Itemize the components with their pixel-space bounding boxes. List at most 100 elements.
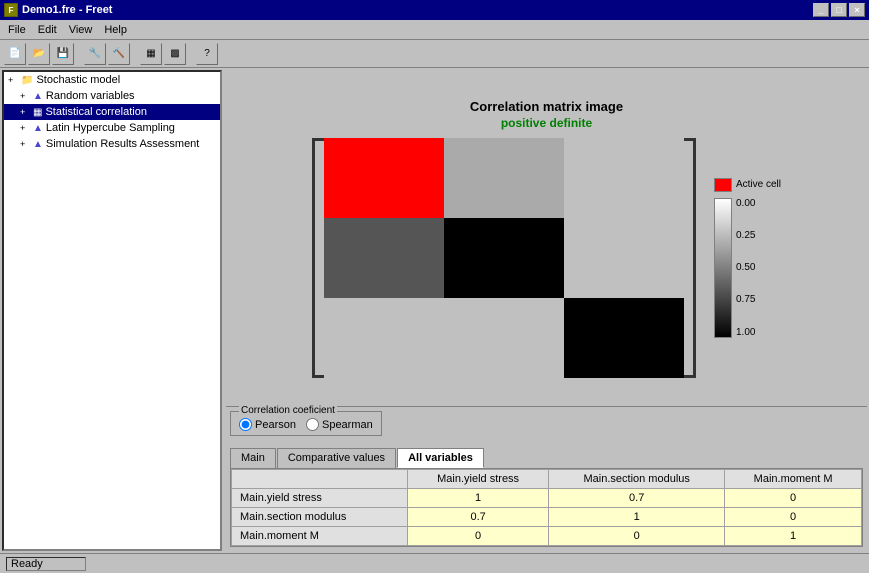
cell-0-1-val[interactable]: 0.7 (549, 489, 725, 508)
tab-all-variables[interactable]: All variables (397, 448, 484, 468)
menu-help[interactable]: Help (98, 22, 133, 38)
minimize-button[interactable]: _ (813, 3, 829, 17)
spearman-option[interactable]: Spearman (306, 418, 373, 431)
tab-main[interactable]: Main (230, 448, 276, 468)
cell-2-0-val[interactable]: 0 (408, 527, 549, 546)
legend-label-0: 0.00 (736, 198, 755, 209)
legend-labels: 0.00 0.25 0.50 0.75 1.00 (736, 198, 755, 338)
table-wrapper: Main.yield stress Main.section modulus M… (230, 468, 863, 547)
cell-0-2[interactable] (564, 138, 684, 218)
col-header-yield: Main.yield stress (408, 470, 549, 489)
cell-1-2[interactable] (564, 218, 684, 298)
status-text: Ready (11, 558, 43, 570)
matrix-subtitle: positive definite (501, 116, 592, 130)
cell-2-1[interactable] (444, 298, 564, 378)
cell-1-0[interactable] (324, 218, 444, 298)
cell-0-2-val[interactable]: 0 (725, 489, 862, 508)
cell-2-1-val[interactable]: 0 (549, 527, 725, 546)
bracket-right (684, 138, 696, 378)
title-bar: F Demo1.fre - Freet _ □ × (0, 0, 869, 20)
tree-item-random-variables[interactable]: + ▲ Random variables (4, 88, 220, 104)
legend-area: Active cell 0.00 0.25 0.50 0.75 1.00 (706, 178, 781, 338)
spearman-radio[interactable] (306, 418, 319, 431)
triangle-icon: ▲ (33, 91, 43, 102)
tree-label-stat: Statistical correlation (45, 106, 147, 118)
title-bar-left: F Demo1.fre - Freet (4, 3, 112, 17)
legend-label-3: 0.75 (736, 294, 755, 305)
data-table: Main.yield stress Main.section modulus M… (231, 469, 862, 546)
cell-0-0[interactable] (324, 138, 444, 218)
col-header-empty (232, 470, 408, 489)
tree-item-simulation-results[interactable]: + ▲ Simulation Results Assessment (4, 136, 220, 152)
table-header-row: Main.yield stress Main.section modulus M… (232, 470, 862, 489)
main-layout: + 📁 Stochastic model + ▲ Random variable… (0, 68, 869, 553)
cell-2-0[interactable] (324, 298, 444, 378)
cell-2-2[interactable] (564, 298, 684, 378)
pearson-radio[interactable] (239, 418, 252, 431)
tree-item-latin-hypercube[interactable]: + ▲ Latin Hypercube Sampling (4, 120, 220, 136)
cell-1-1[interactable] (444, 218, 564, 298)
tree-label-latin: Latin Hypercube Sampling (46, 122, 175, 134)
tabs-row: Main Comparative values All variables (230, 448, 863, 468)
toolbar-open[interactable]: 📂 (28, 43, 50, 65)
cell-1-2-val[interactable]: 0 (725, 508, 862, 527)
menu-view[interactable]: View (63, 22, 99, 38)
cell-0-1[interactable] (444, 138, 564, 218)
table-row: Main.yield stress 1 0.7 0 (232, 489, 862, 508)
window-title: Demo1.fre - Freet (22, 4, 112, 16)
toolbar-help[interactable]: ? (196, 43, 218, 65)
menu-edit[interactable]: Edit (32, 22, 63, 38)
pearson-option[interactable]: Pearson (239, 418, 296, 431)
tree-panel: + 📁 Stochastic model + ▲ Random variable… (2, 70, 222, 551)
toolbar: 📄 📂 💾 🔧 🔨 ▦ ▩ ? (0, 40, 869, 68)
grid-icon: ▦ (33, 107, 42, 118)
matrix-container: Correlation matrix image positive defini… (230, 99, 863, 378)
toolbar-new[interactable]: 📄 (4, 43, 26, 65)
toolbar-sep3 (188, 43, 194, 65)
expand-icon-latin: + (20, 123, 30, 133)
status-bar: Ready (0, 553, 869, 573)
corr-coeff-container: Correlation coeficient Pearson Spearman (230, 411, 863, 442)
tree-item-statistical-correlation[interactable]: + ▦ Statistical correlation (4, 104, 220, 120)
bottom-section: Correlation coeficient Pearson Spearman (226, 406, 867, 551)
toolbar-save[interactable]: 💾 (52, 43, 74, 65)
chart-icon-sim: ▲ (33, 139, 43, 150)
matrix-brackets (312, 138, 696, 378)
legend-label-1: 0.25 (736, 230, 755, 241)
col-header-moment: Main.moment M (725, 470, 862, 489)
matrix-title: Correlation matrix image (470, 99, 623, 114)
cell-1-0-val[interactable]: 0.7 (408, 508, 549, 527)
matrix-grid (324, 138, 684, 378)
toolbar-tool2[interactable]: 🔨 (108, 43, 130, 65)
title-bar-controls[interactable]: _ □ × (813, 3, 865, 17)
toolbar-tool1[interactable]: 🔧 (84, 43, 106, 65)
expand-icon-random: + (20, 91, 30, 101)
menu-bar: File Edit View Help (0, 20, 869, 40)
close-button[interactable]: × (849, 3, 865, 17)
tree-label-sim: Simulation Results Assessment (46, 138, 199, 150)
corr-group-label: Correlation coeficient (239, 405, 337, 416)
cell-1-1-val[interactable]: 1 (549, 508, 725, 527)
app-icon: F (4, 3, 18, 17)
legend-gradient (714, 198, 732, 338)
tab-comparative[interactable]: Comparative values (277, 448, 396, 468)
maximize-button[interactable]: □ (831, 3, 847, 17)
tree-label-random: Random variables (46, 90, 135, 102)
toolbar-chart1[interactable]: ▦ (140, 43, 162, 65)
spearman-label: Spearman (322, 419, 373, 431)
legend-scale: 0.00 0.25 0.50 0.75 1.00 (714, 198, 781, 338)
legend-label-4: 1.00 (736, 327, 755, 338)
corr-coeff-group: Correlation coeficient Pearson Spearman (230, 411, 382, 436)
toolbar-chart2[interactable]: ▩ (164, 43, 186, 65)
expand-icon-stat: + (20, 107, 30, 117)
cell-0-0-val[interactable]: 1 (408, 489, 549, 508)
tree-item-stochastic-model[interactable]: + 📁 Stochastic model (4, 72, 220, 88)
row-label-0: Main.yield stress (232, 489, 408, 508)
status-panel: Ready (6, 557, 86, 571)
legend-active-label: Active cell (736, 179, 781, 190)
cell-2-2-val[interactable]: 1 (725, 527, 862, 546)
table-row: Main.moment M 0 0 1 (232, 527, 862, 546)
expand-icon-stochastic: + (8, 75, 18, 85)
menu-file[interactable]: File (2, 22, 32, 38)
table-row: Main.section modulus 0.7 1 0 (232, 508, 862, 527)
